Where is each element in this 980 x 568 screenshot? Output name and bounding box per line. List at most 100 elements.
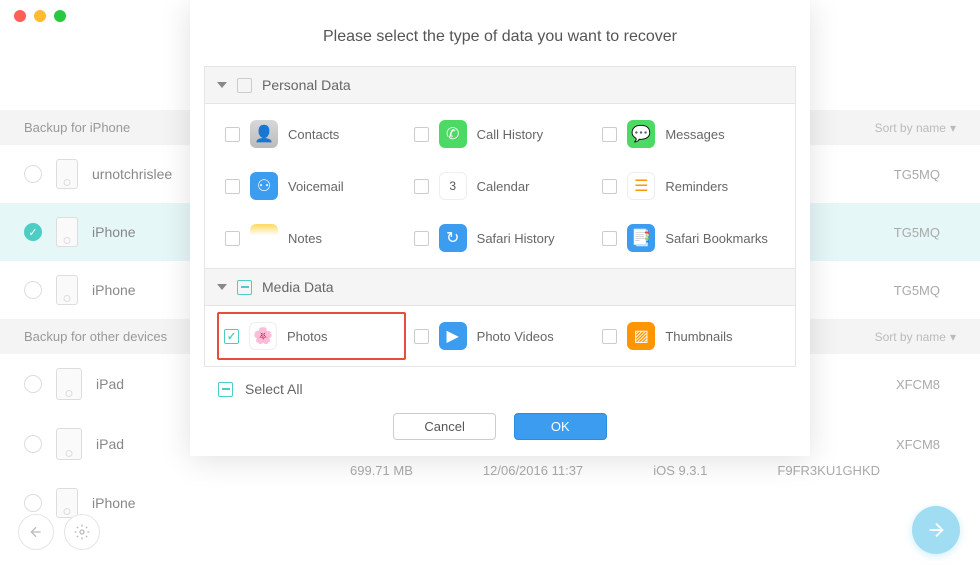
personal-items-grid: 👤 Contacts ✆ Call History 💬 Messages ⚇ V… bbox=[205, 104, 795, 268]
device-name: iPad bbox=[96, 436, 124, 452]
radio-icon[interactable] bbox=[24, 165, 42, 183]
thumbnails-icon: ▨ bbox=[627, 322, 655, 350]
checkbox[interactable] bbox=[225, 127, 240, 142]
radio-icon[interactable] bbox=[24, 375, 42, 393]
category-container: Personal Data 👤 Contacts ✆ Call History … bbox=[204, 66, 796, 367]
checkbox[interactable] bbox=[225, 179, 240, 194]
device-row[interactable]: iPhone bbox=[0, 474, 980, 532]
next-button[interactable] bbox=[912, 506, 960, 554]
device-serial: TG5MQ bbox=[894, 167, 940, 182]
item-safari-history[interactable]: ↻ Safari History bbox=[406, 214, 595, 262]
item-photos[interactable]: 🌸 Photos bbox=[217, 312, 406, 360]
device-serial: TG5MQ bbox=[894, 283, 940, 298]
ok-button[interactable]: OK bbox=[514, 413, 607, 440]
item-label: Safari Bookmarks bbox=[665, 231, 768, 246]
checkbox[interactable] bbox=[602, 329, 617, 344]
ipad-icon bbox=[56, 428, 82, 460]
checkbox[interactable] bbox=[414, 231, 429, 246]
sort-by-button[interactable]: Sort by name▾ bbox=[875, 330, 956, 344]
select-all-row[interactable]: Select All bbox=[190, 367, 810, 405]
photos-icon: 🌸 bbox=[249, 322, 277, 350]
item-label: Voicemail bbox=[288, 179, 344, 194]
phone-icon: ✆ bbox=[439, 120, 467, 148]
category-label: Personal Data bbox=[262, 77, 351, 93]
checkbox[interactable] bbox=[237, 78, 252, 93]
item-label: Safari History bbox=[477, 231, 555, 246]
checkbox[interactable] bbox=[225, 231, 240, 246]
chevron-down-icon: ▾ bbox=[950, 121, 956, 135]
item-label: Contacts bbox=[288, 127, 339, 142]
checkbox[interactable] bbox=[414, 329, 429, 344]
item-voicemail[interactable]: ⚇ Voicemail bbox=[217, 162, 406, 210]
item-label: Photo Videos bbox=[477, 329, 554, 344]
iphone-icon bbox=[56, 217, 78, 247]
gear-icon bbox=[74, 524, 90, 540]
contacts-icon: 👤 bbox=[250, 120, 278, 148]
device-serial: XFCM8 bbox=[896, 437, 940, 452]
ipad-icon bbox=[56, 368, 82, 400]
modal-buttons: Cancel OK bbox=[190, 405, 810, 444]
backup-date: 12/06/2016 11:37 bbox=[483, 463, 583, 478]
chevron-down-icon bbox=[217, 284, 227, 290]
checkbox[interactable] bbox=[602, 179, 617, 194]
item-contacts[interactable]: 👤 Contacts bbox=[217, 110, 406, 158]
item-photo-videos[interactable]: ▶ Photo Videos bbox=[406, 312, 595, 360]
radio-icon[interactable] bbox=[24, 435, 42, 453]
sort-by-button[interactable]: Sort by name▾ bbox=[875, 121, 956, 135]
chevron-down-icon: ▾ bbox=[950, 330, 956, 344]
item-safari-bookmarks[interactable]: 📑 Safari Bookmarks bbox=[594, 214, 783, 262]
checkbox-partial[interactable] bbox=[218, 382, 233, 397]
back-button[interactable] bbox=[18, 514, 54, 550]
checkbox[interactable] bbox=[414, 127, 429, 142]
backup-size: 699.71 MB bbox=[350, 463, 413, 478]
section-label: Backup for iPhone bbox=[24, 120, 130, 135]
item-label: Messages bbox=[665, 127, 724, 142]
ios-version: iOS 9.3.1 bbox=[653, 463, 707, 478]
device-serial: XFCM8 bbox=[896, 377, 940, 392]
calendar-icon: 3 bbox=[439, 172, 467, 200]
item-call-history[interactable]: ✆ Call History bbox=[406, 110, 595, 158]
device-serial: TG5MQ bbox=[894, 225, 940, 240]
device-name: urnotchrislee bbox=[92, 166, 172, 182]
radio-icon[interactable] bbox=[24, 281, 42, 299]
item-label: Reminders bbox=[665, 179, 728, 194]
item-label: Calendar bbox=[477, 179, 530, 194]
checkbox[interactable] bbox=[602, 231, 617, 246]
iphone-icon bbox=[56, 159, 78, 189]
category-label: Media Data bbox=[262, 279, 334, 295]
item-calendar[interactable]: 3 Calendar bbox=[406, 162, 595, 210]
chevron-down-icon bbox=[217, 82, 227, 88]
arrow-right-icon bbox=[925, 519, 947, 541]
cancel-button[interactable]: Cancel bbox=[393, 413, 495, 440]
arrow-left-icon bbox=[28, 524, 44, 540]
recover-type-modal: Please select the type of data you want … bbox=[190, 0, 810, 456]
checkbox[interactable] bbox=[414, 179, 429, 194]
modal-title: Please select the type of data you want … bbox=[190, 0, 810, 66]
radio-icon[interactable] bbox=[24, 494, 42, 512]
device-serial: F9FR3KU1GHKD bbox=[777, 463, 880, 478]
device-name: iPhone bbox=[92, 282, 136, 298]
reminders-icon: ☰ bbox=[627, 172, 655, 200]
item-label: Thumbnails bbox=[665, 329, 732, 344]
media-items-grid: 🌸 Photos ▶ Photo Videos ▨ Thumbnails bbox=[205, 306, 795, 366]
radio-checked-icon[interactable] bbox=[24, 223, 42, 241]
item-notes[interactable]: Notes bbox=[217, 214, 406, 262]
section-label: Backup for other devices bbox=[24, 329, 167, 344]
category-media-data[interactable]: Media Data bbox=[205, 268, 795, 306]
device-name: iPhone bbox=[92, 495, 136, 511]
device-info-row: 699.71 MB 12/06/2016 11:37 iOS 9.3.1 F9F… bbox=[0, 463, 980, 478]
device-name: iPhone bbox=[92, 224, 136, 240]
checkbox-partial[interactable] bbox=[237, 280, 252, 295]
item-thumbnails[interactable]: ▨ Thumbnails bbox=[594, 312, 783, 360]
notes-icon bbox=[250, 224, 278, 252]
voicemail-icon: ⚇ bbox=[250, 172, 278, 200]
item-reminders[interactable]: ☰ Reminders bbox=[594, 162, 783, 210]
item-label: Call History bbox=[477, 127, 543, 142]
checkbox[interactable] bbox=[602, 127, 617, 142]
category-personal-data[interactable]: Personal Data bbox=[205, 67, 795, 104]
settings-button[interactable] bbox=[64, 514, 100, 550]
safari-history-icon: ↻ bbox=[439, 224, 467, 252]
item-messages[interactable]: 💬 Messages bbox=[594, 110, 783, 158]
checkbox-checked[interactable] bbox=[224, 329, 239, 344]
bottom-toolbar bbox=[18, 514, 100, 550]
